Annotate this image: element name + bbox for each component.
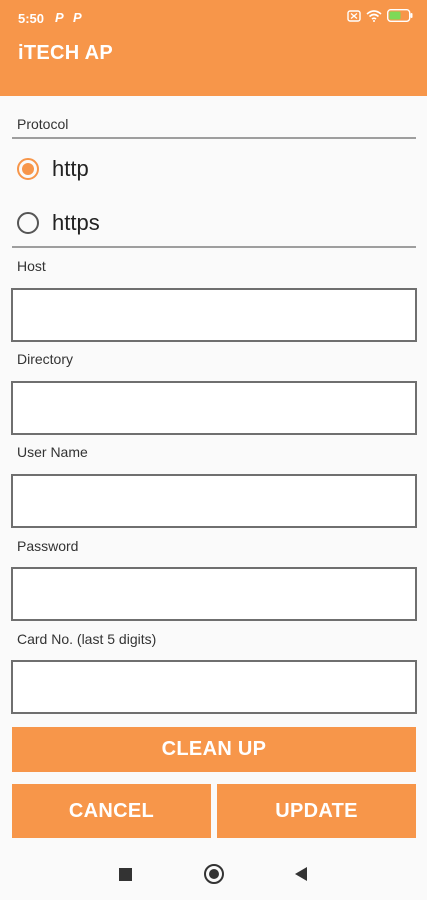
back-icon[interactable] [295, 867, 307, 881]
card-number-label: Card No. (last 5 digits) [17, 631, 157, 647]
cancel-button[interactable]: CANCEL [12, 784, 211, 838]
host-label: Host [17, 258, 46, 274]
radio-unchecked-icon[interactable] [17, 212, 39, 234]
status-time: 5:50 [18, 11, 45, 26]
notification-p-icon: P [55, 10, 64, 25]
radio-checked-icon[interactable] [17, 158, 39, 180]
directory-input[interactable] [11, 381, 417, 435]
battery-icon [386, 8, 413, 27]
radio-http[interactable]: http [17, 154, 89, 184]
update-button[interactable]: UPDATE [217, 784, 416, 838]
notification-p-icon: P [73, 10, 82, 25]
card-number-input[interactable] [11, 660, 417, 714]
username-label: User Name [17, 444, 88, 460]
protocol-label: Protocol [17, 116, 69, 132]
protocol-divider-bottom [12, 246, 416, 248]
radio-https[interactable]: https [17, 208, 100, 238]
sim-off-icon [347, 9, 361, 27]
password-input[interactable] [11, 567, 417, 621]
app-bar: 5:50 P P iTECH AP [0, 0, 427, 96]
home-icon[interactable] [204, 864, 224, 884]
radio-http-label: http [52, 156, 89, 181]
app-title: iTECH AP [18, 42, 113, 64]
wifi-icon [366, 9, 382, 27]
host-input[interactable] [11, 288, 417, 342]
recents-icon[interactable] [119, 868, 132, 881]
password-label: Password [17, 538, 79, 554]
system-nav-bar [0, 848, 427, 900]
radio-https-label: https [52, 210, 100, 235]
protocol-divider-top [12, 137, 416, 139]
status-bar: 5:50 P P [0, 0, 427, 36]
username-input[interactable] [11, 474, 417, 528]
clean-up-button[interactable]: CLEAN UP [12, 727, 416, 772]
directory-label: Directory [17, 351, 74, 367]
